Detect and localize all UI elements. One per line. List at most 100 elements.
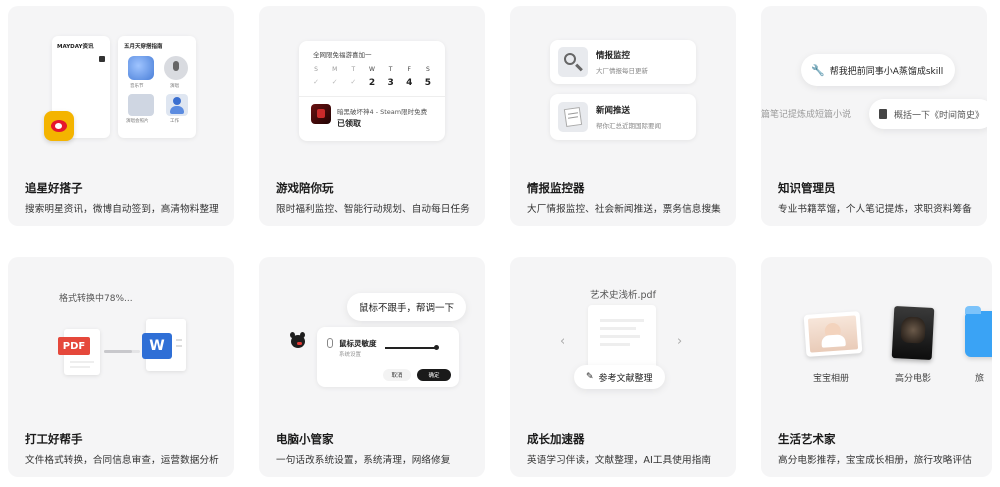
item-label: 旅 (975, 374, 985, 384)
card-title: 电脑小管家 (276, 432, 334, 446)
date-label: 2 (368, 78, 376, 88)
card-title: 知识管理员 (778, 181, 836, 195)
tile-label: 演唱会照片 (126, 119, 149, 124)
card-description: 限时福利监控、智能行动规划、自动每日任务 (276, 204, 470, 215)
item-label: 高分电影 (895, 374, 932, 384)
intel-item-title: 情报监控 (596, 51, 631, 61)
chat-bubble: 鼠标不跟手，帮调一下 (347, 293, 467, 321)
prompt-text: 概括一下《时间简史》 (894, 110, 985, 121)
settings-dialog: 鼠标灵敏度 系统设置 取消 确定 (317, 327, 459, 387)
card-description: 专业书籍萃馏，个人笔记提炼，求职资料筹备 (778, 204, 972, 215)
card-description: 搜索明星资讯，微博自动签到，高清物料整理 (25, 204, 219, 215)
tile-label: 工作 (170, 119, 179, 124)
card-game-helper[interactable]: 全网限免福游喜加一 S M T W T F S ✓ ✓ ✓ 2 3 4 5 暗黑… (259, 6, 485, 226)
slider-handle[interactable] (434, 345, 439, 350)
intel-item-sub: 帮你汇总近期国际要闻 (596, 122, 661, 130)
weibo-icon (44, 111, 74, 141)
reference-chip[interactable]: ✎ 参考文献整理 (574, 365, 665, 389)
card-description: 大厂情报监控、社会新闻推送，票务信息搜集 (527, 204, 721, 215)
prompt-text: 帮我把前同事小A蒸馏成skill (829, 66, 944, 77)
cloud-tile-icon (128, 56, 154, 80)
intel-item-sub: 大厂情报每日更新 (596, 67, 648, 75)
card-title: 游戏陪你玩 (276, 181, 334, 195)
card-title: 追星好搭子 (25, 181, 83, 195)
check-icon: ✓ (350, 78, 357, 86)
chevron-right-icon[interactable]: › (677, 334, 682, 349)
claim-status: 已领取 (337, 119, 361, 128)
tile-label: 演唱 (170, 84, 179, 89)
check-icon: ✓ (313, 78, 319, 86)
microphone-icon (164, 56, 188, 80)
movie-poster-icon (891, 305, 935, 361)
card-growth-booster[interactable]: 艺术史浅析.pdf ‹ › ✎ 参考文献整理 成长加速器 英语学习伴读，文献整理… (510, 257, 736, 477)
pen-icon: ✎ (586, 372, 594, 382)
mascot-icon (289, 331, 307, 349)
weekday-label: T (351, 66, 356, 73)
pdf-document: PDF (58, 329, 100, 375)
card-title: 打工好帮手 (25, 432, 83, 446)
card-pc-butler[interactable]: 鼠标不跟手，帮调一下 鼠标灵敏度 系统设置 取消 确定 电脑小管家 一句话改系统… (259, 257, 485, 477)
chip-label: 参考文献整理 (598, 373, 653, 384)
setting-subtitle: 系统设置 (339, 352, 362, 358)
date-label: 4 (406, 78, 413, 88)
tile-label: 音乐节 (130, 84, 144, 89)
progress-text: 格式转换中78%... (59, 294, 133, 304)
weekday-label: S (314, 66, 318, 73)
weekday-label: S (426, 66, 430, 73)
chevron-left-icon[interactable]: ‹ (560, 334, 565, 349)
game-cover-icon (311, 104, 331, 124)
date-row: ✓ ✓ ✓ 2 3 4 5 (309, 78, 435, 88)
faded-prompt: 篇笔记提炼成短篇小说 (761, 110, 852, 120)
magnifier-icon (558, 47, 588, 77)
mouse-icon (327, 338, 333, 348)
weekday-row: S M T W T F S (309, 66, 435, 73)
card-description: 文件格式转换，合同信息审查，运营数据分析 (25, 455, 219, 466)
date-label: 5 (424, 78, 432, 88)
item-label: 宝宝相册 (813, 374, 850, 384)
card-work-helper[interactable]: 格式转换中78%... PDF W 打工好帮手 文件格式转换，合同信息审查，运营… (8, 257, 234, 477)
person-tile-icon (166, 94, 188, 116)
weekday-label: M (332, 66, 338, 73)
card-knowledge-manager[interactable]: 🔧 帮我把前同事小A蒸馏成skill 篇笔记提炼成短篇小说 概括一下《时间简史》… (761, 6, 987, 226)
card-fan-helper[interactable]: MAYDAY资讯 五月天穿搭指南 音乐节 演唱 演唱会照片 工作 追星好搭子 搜… (8, 6, 234, 226)
checkbox-icon (99, 56, 105, 62)
card-title: 情报监控器 (527, 181, 585, 195)
prompt-pill[interactable]: 概括一下《时间简史》 (869, 99, 987, 129)
date-label: 3 (387, 78, 394, 88)
confirm-button[interactable]: 确定 (417, 369, 451, 381)
game-panel: 全网限免福游喜加一 S M T W T F S ✓ ✓ ✓ 2 3 4 5 暗黑… (299, 41, 445, 141)
check-icon: ✓ (331, 78, 338, 86)
intel-item[interactable]: 情报监控 大厂情报每日更新 (550, 40, 696, 84)
progress-track (104, 350, 140, 353)
weekday-label: F (407, 66, 411, 73)
word-icon: W (142, 333, 172, 359)
book-icon (879, 109, 887, 119)
sensitivity-slider[interactable] (385, 347, 437, 349)
outfit-panel-title: 五月天穿搭指南 (124, 44, 163, 50)
intel-item-title: 新闻推送 (596, 106, 631, 116)
progress-fill (104, 350, 133, 353)
card-description: 高分电影推荐，宝宝成长相册，旅行攻略评估 (778, 455, 972, 466)
news-icon (558, 102, 588, 132)
setting-title: 鼠标灵敏度 (339, 339, 377, 348)
card-description: 英语学习伴读，文献整理，AI工具使用指南 (527, 455, 712, 466)
weekday-label: W (369, 66, 375, 73)
prompt-pill[interactable]: 🔧 帮我把前同事小A蒸馏成skill (801, 54, 956, 86)
card-title: 成长加速器 (527, 432, 585, 446)
outfit-panel: 五月天穿搭指南 音乐节 演唱 演唱会照片 工作 (118, 36, 196, 138)
card-intel-monitor[interactable]: 情报监控 大厂情报每日更新 新闻推送 帮你汇总近期国际要闻 情报监控器 大厂情报… (510, 6, 736, 226)
baby-album-icon (803, 311, 863, 357)
intel-item[interactable]: 新闻推送 帮你汇总近期国际要闻 (550, 94, 696, 140)
word-document: W (142, 319, 186, 371)
weekday-label: T (388, 66, 393, 73)
cancel-button[interactable]: 取消 (383, 369, 411, 381)
card-description: 一句话改系统设置，系统清理，网络修复 (276, 455, 451, 466)
pdf-icon: PDF (58, 337, 90, 355)
card-life-artist[interactable]: 宝宝相册 高分电影 旅 生活艺术家 高分电影推荐，宝宝成长相册，旅行攻略评估 (761, 257, 992, 477)
card-title: 生活艺术家 (778, 432, 836, 446)
folder-icon (965, 306, 992, 357)
game-panel-header: 全网限免福游喜加一 (313, 51, 372, 59)
game-name: 暗黑破坏神4 - Steam限时免费 (337, 108, 428, 116)
divider (299, 96, 445, 97)
file-name: 艺术史浅析.pdf (590, 290, 656, 301)
